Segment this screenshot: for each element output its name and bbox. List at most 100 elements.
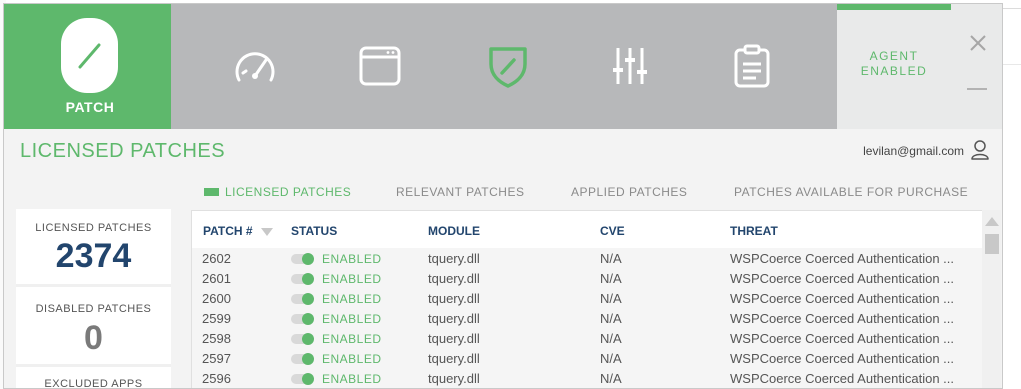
disabled-patches-count: 0 [84,319,103,357]
table-row[interactable]: 2599 ENABLED tquery.dll N/A WSPCoerce Co… [192,308,983,328]
toggle-switch[interactable] [291,373,314,385]
table-header: PATCH # STATUS MODULE CVE THREAT [192,211,983,245]
module-name: tquery.dll [428,331,480,346]
patch-tabs: LICENSED PATCHES RELEVANT PATCHES APPLIE… [4,173,1002,209]
patch-number: 2600 [202,291,231,306]
stats-panel: LICENSED PATCHES 2374 DISABLED PATCHES 0… [16,209,171,389]
stats-divider [16,364,171,367]
tab-licensed-patches[interactable]: LICENSED PATCHES [204,185,351,199]
column-header-status[interactable]: STATUS [291,224,337,238]
tab-patches-for-purchase[interactable]: PATCHES AVAILABLE FOR PURCHASE [734,185,968,199]
column-header-cve[interactable]: CVE [600,224,625,238]
cve-id: N/A [600,251,622,266]
patch-number: 2602 [202,251,231,266]
column-header-patch[interactable]: PATCH # [203,224,273,238]
scrollbar-thumb[interactable] [985,234,999,254]
sliders-icon[interactable] [604,40,656,92]
threat-description: WSPCoerce Coerced Authentication ... [730,251,955,266]
status-label: ENABLED [322,272,382,286]
toggle-switch[interactable] [291,353,314,365]
status-toggle[interactable]: ENABLED [291,352,382,366]
top-navigation-bar: PATCH AGENT ENABLED [4,4,1002,129]
patch-number: 2596 [202,371,231,386]
disabled-patches-label: DISABLED PATCHES [35,303,152,315]
table-row[interactable]: 2596 ENABLED tquery.dll N/A WSPCoerce Co… [192,368,983,388]
threat-description: WSPCoerce Coerced Authentication ... [730,291,955,306]
speedometer-icon[interactable] [229,40,281,92]
status-label: ENABLED [322,252,382,266]
minimize-icon[interactable] [967,88,987,90]
cve-id: N/A [600,271,622,286]
status-label: ENABLED [322,292,382,306]
table-scrollbar[interactable] [982,210,1001,388]
status-toggle[interactable]: ENABLED [291,272,382,286]
module-name: tquery.dll [428,311,480,326]
excluded-apps-label: EXCLUDED APPS [44,378,143,389]
agent-status-line2: ENABLED [860,64,928,78]
toggle-switch[interactable] [291,273,314,285]
tab-applied-patches[interactable]: APPLIED PATCHES [571,185,687,199]
close-icon[interactable] [969,34,987,52]
clipboard-icon[interactable] [726,40,778,92]
threat-description: WSPCoerce Coerced Authentication ... [730,271,955,286]
status-label: ENABLED [322,332,382,346]
column-header-threat[interactable]: THREAT [730,224,778,238]
page-header: LICENSED PATCHES levilan@gmail.com [4,129,1002,173]
status-toggle[interactable]: ENABLED [291,312,382,326]
browser-window-icon[interactable] [354,40,406,92]
toggle-switch[interactable] [291,253,314,265]
status-label: ENABLED [322,352,382,366]
background-right [1003,0,1021,389]
patch-app-window: PATCH AGENT ENABLED LICENSED PATCHES lev… [3,3,1003,389]
status-label: ENABLED [322,312,382,326]
table-row[interactable]: 2600 ENABLED tquery.dll N/A WSPCoerce Co… [192,288,983,308]
active-tab-marker [204,188,219,196]
toggle-switch[interactable] [291,313,314,325]
scroll-up-arrow-icon[interactable] [985,217,999,226]
status-toggle[interactable]: ENABLED [291,332,382,346]
brand-tile[interactable]: PATCH [4,4,171,129]
status-label: ENABLED [322,372,382,386]
agent-status-tile[interactable]: AGENT ENABLED [837,4,951,129]
threat-description: WSPCoerce Coerced Authentication ... [730,331,955,346]
status-toggle[interactable]: ENABLED [291,292,382,306]
tab-relevant-patches[interactable]: RELEVANT PATCHES [396,185,524,199]
licensed-patches-count: 2374 [55,237,132,275]
threat-description: WSPCoerce Coerced Authentication ... [730,351,955,366]
column-header-module[interactable]: MODULE [428,224,480,238]
threat-description: WSPCoerce Coerced Authentication ... [730,371,955,386]
user-icon[interactable] [970,139,990,161]
table-row[interactable]: 2601 ENABLED tquery.dll N/A WSPCoerce Co… [192,268,983,288]
table-row[interactable]: 2598 ENABLED tquery.dll N/A WSPCoerce Co… [192,328,983,348]
patches-table: PATCH # STATUS MODULE CVE THREAT 2602 EN… [191,210,983,388]
page-title: LICENSED PATCHES [20,140,226,162]
status-toggle[interactable]: ENABLED [291,372,382,386]
licensed-patches-label: LICENSED PATCHES [35,222,152,234]
window-controls [951,4,1002,129]
patch-number: 2601 [202,271,231,286]
table-row[interactable]: 2602 ENABLED tquery.dll N/A WSPCoerce Co… [192,248,983,268]
cve-id: N/A [600,311,622,326]
patch-number: 2597 [202,351,231,366]
cve-id: N/A [600,331,622,346]
agent-status-text: AGENT ENABLED [837,49,951,79]
sort-desc-icon[interactable] [260,228,273,236]
agent-status-line1: AGENT [869,49,919,63]
toggle-switch[interactable] [291,293,314,305]
module-name: tquery.dll [428,291,480,306]
module-name: tquery.dll [428,351,480,366]
module-name: tquery.dll [428,251,480,266]
user-email: levilan@gmail.com [863,144,964,158]
module-name: tquery.dll [428,371,480,386]
status-toggle[interactable]: ENABLED [291,252,382,266]
cve-id: N/A [600,351,622,366]
agent-active-bar [837,4,951,10]
table-row[interactable]: 2597 ENABLED tquery.dll N/A WSPCoerce Co… [192,348,983,368]
app-name: PATCH [65,99,115,115]
toggle-switch[interactable] [291,333,314,345]
tab-label: LICENSED PATCHES [225,185,352,199]
patch-number: 2599 [202,311,231,326]
shield-patch-icon[interactable] [482,40,534,92]
patch-number: 2598 [202,331,231,346]
cve-id: N/A [600,371,622,386]
